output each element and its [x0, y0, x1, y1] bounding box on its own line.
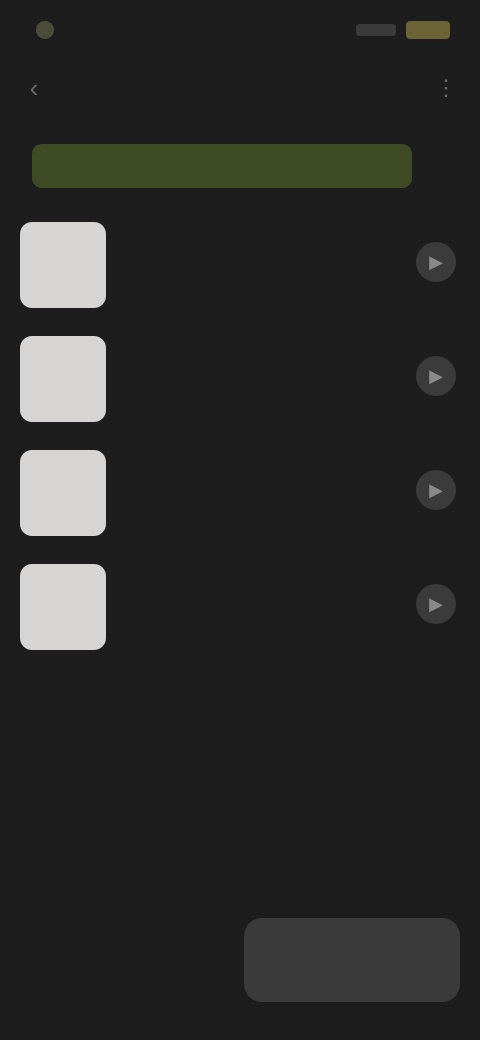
- chevron-left-icon: ‹: [29, 72, 39, 103]
- item-action-button[interactable]: ▶: [416, 470, 456, 510]
- primary-action-button[interactable]: [244, 918, 460, 1002]
- status-right: [356, 20, 450, 40]
- footer: [0, 900, 480, 1020]
- item-text: [124, 578, 384, 580]
- signal-icon: [356, 24, 396, 36]
- play-icon: ▶: [429, 593, 443, 614]
- header: ‹ ⋮: [0, 60, 480, 116]
- more-options-button[interactable]: ⋮: [430, 70, 462, 106]
- list-item[interactable]: ▶: [0, 440, 480, 554]
- play-icon: ▶: [429, 365, 443, 386]
- more-vertical-icon: ⋮: [435, 75, 457, 100]
- status-left: [36, 20, 62, 40]
- play-icon: ▶: [429, 251, 443, 272]
- item-thumbnail: [20, 336, 106, 422]
- item-action-button[interactable]: ▶: [416, 356, 456, 396]
- list-item[interactable]: ▶: [0, 326, 480, 440]
- info-banner[interactable]: [32, 144, 412, 188]
- battery-icon: [406, 21, 450, 39]
- status-bar: [0, 0, 480, 60]
- notification-icon: [36, 21, 54, 39]
- item-text: [124, 350, 384, 352]
- list-item[interactable]: ▶: [0, 212, 480, 326]
- list-item[interactable]: ▶: [0, 554, 480, 668]
- item-list: ▶ ▶ ▶ ▶: [0, 212, 480, 668]
- item-action-button[interactable]: ▶: [416, 242, 456, 282]
- item-text: [124, 236, 384, 238]
- item-thumbnail: [20, 222, 106, 308]
- back-button[interactable]: ‹: [18, 70, 50, 106]
- play-icon: ▶: [429, 479, 443, 500]
- item-text: [124, 464, 384, 466]
- item-action-button[interactable]: ▶: [416, 584, 456, 624]
- item-thumbnail: [20, 450, 106, 536]
- footer-link[interactable]: [22, 958, 152, 992]
- item-thumbnail: [20, 564, 106, 650]
